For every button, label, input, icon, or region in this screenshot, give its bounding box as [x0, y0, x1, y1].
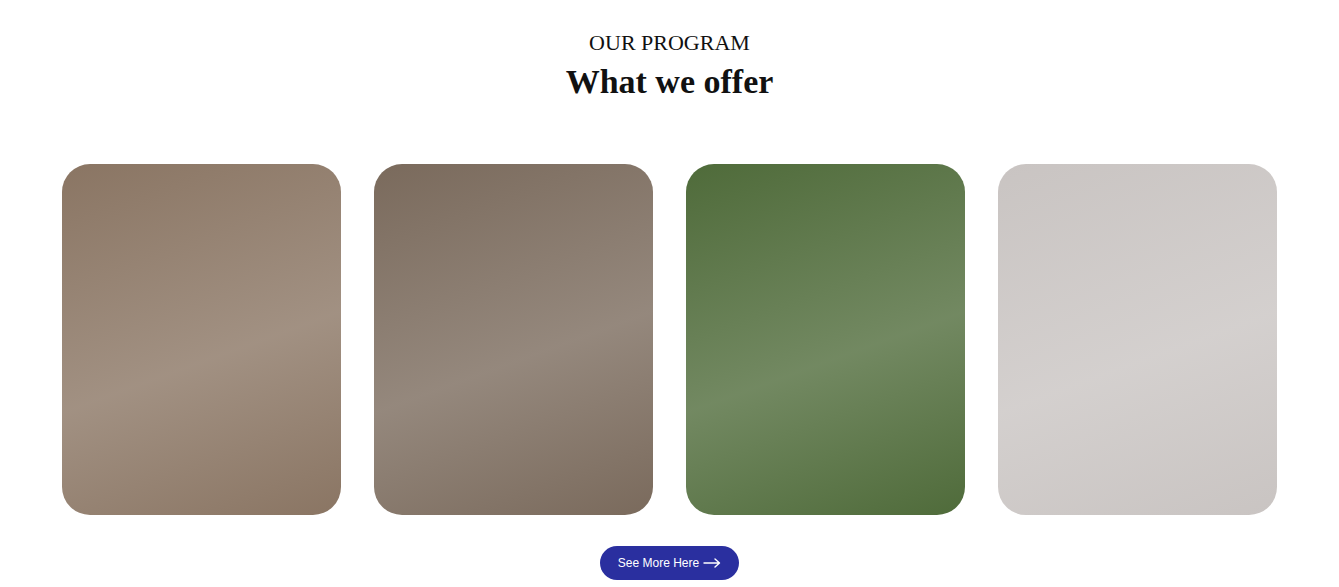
program-card[interactable] — [686, 164, 965, 515]
section-eyebrow: OUR PROGRAM — [589, 30, 750, 56]
program-section: OUR PROGRAM What we offer See More Here — [0, 0, 1339, 580]
arrow-right-icon — [703, 558, 721, 568]
program-card[interactable] — [62, 164, 341, 515]
card-row — [0, 164, 1339, 515]
button-label: See More Here — [618, 556, 699, 570]
see-more-button[interactable]: See More Here — [600, 546, 739, 580]
program-card[interactable] — [374, 164, 653, 515]
section-title: What we offer — [566, 62, 774, 103]
program-card[interactable] — [998, 164, 1277, 515]
